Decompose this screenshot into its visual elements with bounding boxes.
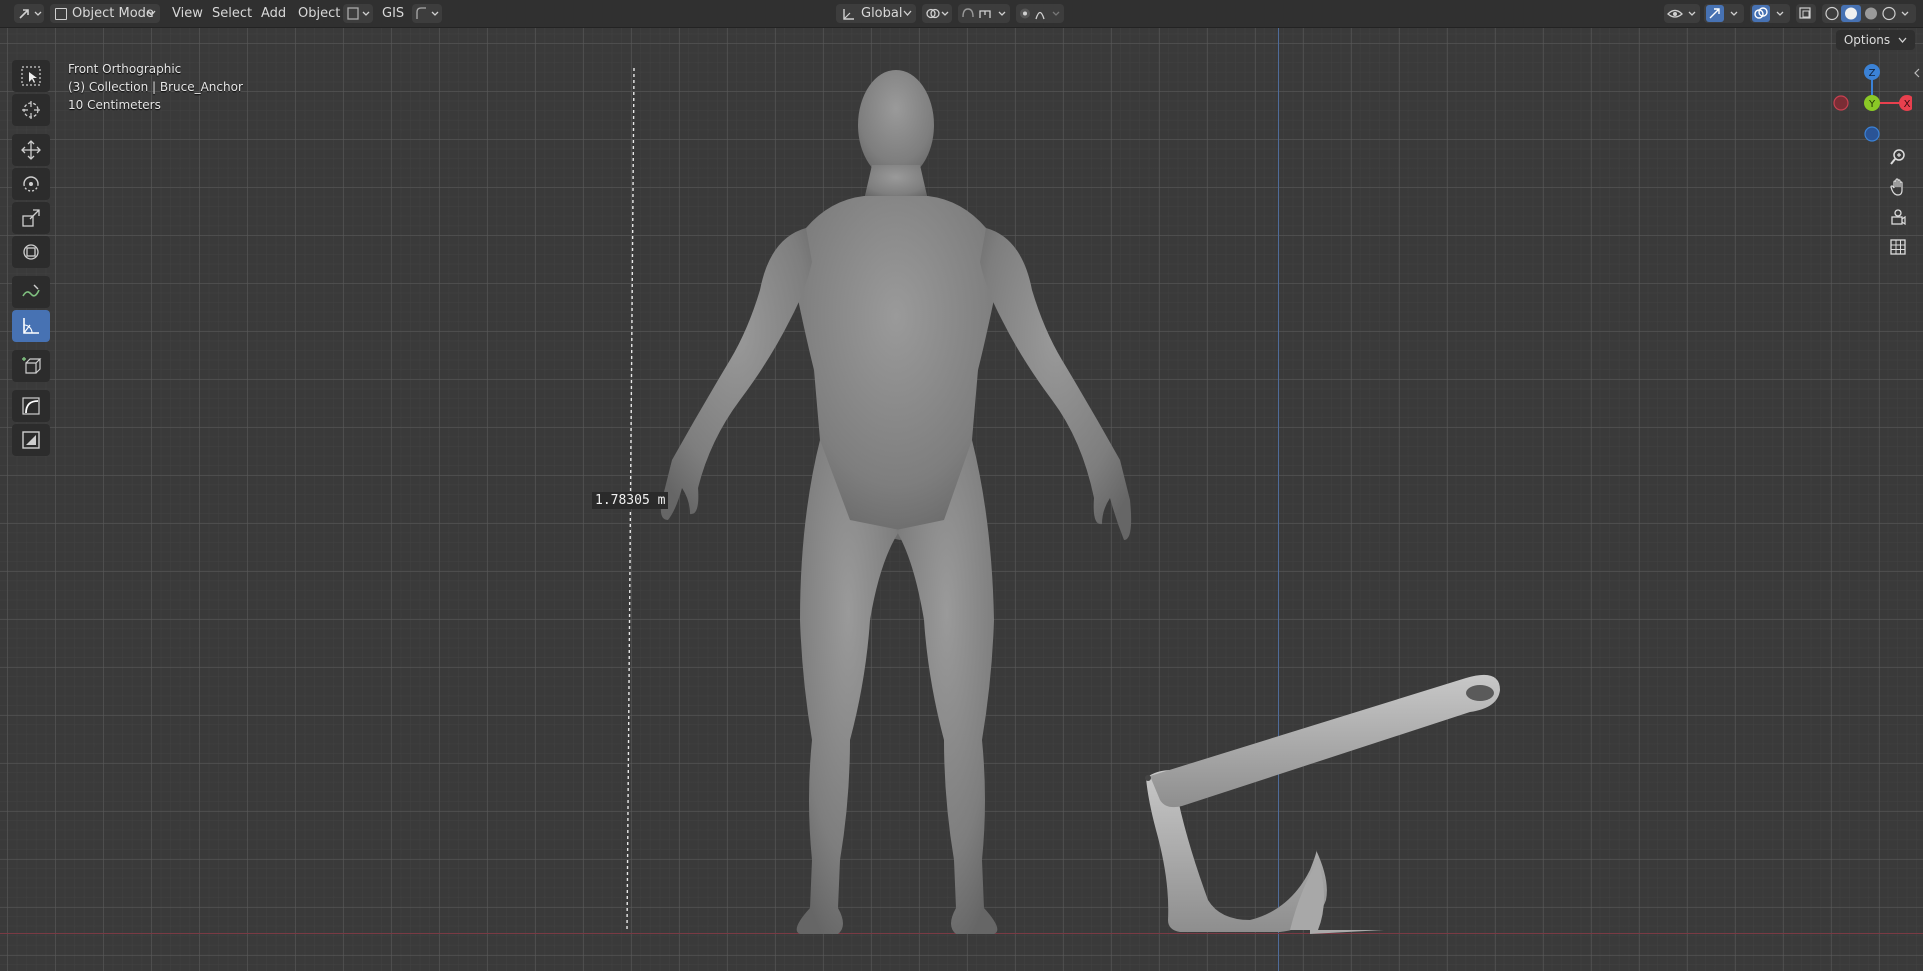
select-box-tool[interactable]	[12, 60, 50, 92]
human-model[interactable]	[660, 70, 1132, 934]
camera-view-button[interactable]	[1885, 204, 1911, 230]
measure-tool[interactable]	[12, 310, 50, 342]
move-icon	[21, 140, 41, 160]
transform-icon	[23, 244, 39, 260]
extrude-icon	[22, 431, 40, 449]
bevel-icon	[22, 397, 40, 415]
pan-button[interactable]	[1885, 174, 1911, 200]
annotate-icon	[22, 284, 40, 297]
cursor-icon	[22, 101, 40, 119]
zoom-button[interactable]	[1885, 144, 1911, 170]
rotate-tool[interactable]	[12, 168, 50, 200]
y-axis-label: Y	[1868, 99, 1876, 110]
rotate-icon	[23, 176, 39, 192]
add-cube-icon	[22, 357, 42, 374]
select-box-icon	[21, 66, 41, 86]
navigation-gizmo[interactable]: Z X Y	[1832, 60, 1912, 142]
zoom-icon	[1890, 149, 1905, 165]
z-axis-label: Z	[1869, 68, 1876, 79]
grid-icon	[1890, 239, 1906, 255]
scale-icon	[22, 209, 40, 227]
measurement-label: 1.78305 m	[592, 492, 669, 509]
scene-objects	[626, 67, 1500, 934]
perspective-toggle-button[interactable]	[1885, 234, 1911, 260]
measure-icon	[23, 318, 39, 334]
neg-z-axis-button[interactable]	[1864, 126, 1880, 142]
transform-tool[interactable]	[12, 236, 50, 268]
add-cube-tool[interactable]	[12, 350, 50, 382]
move-tool[interactable]	[12, 134, 50, 166]
cursor-tool[interactable]	[12, 94, 50, 126]
extrude-tool[interactable]	[12, 424, 50, 456]
neg-x-axis-button[interactable]	[1833, 95, 1849, 111]
bevel-tool[interactable]	[12, 390, 50, 422]
anchor-model[interactable]	[1145, 674, 1500, 934]
hand-icon	[1890, 178, 1903, 196]
x-axis-label: X	[1904, 99, 1911, 110]
sidebar-toggle-icon[interactable]	[1913, 68, 1921, 78]
annotate-tool[interactable]	[12, 276, 50, 308]
camera-icon	[1891, 209, 1906, 226]
scale-tool[interactable]	[12, 202, 50, 234]
